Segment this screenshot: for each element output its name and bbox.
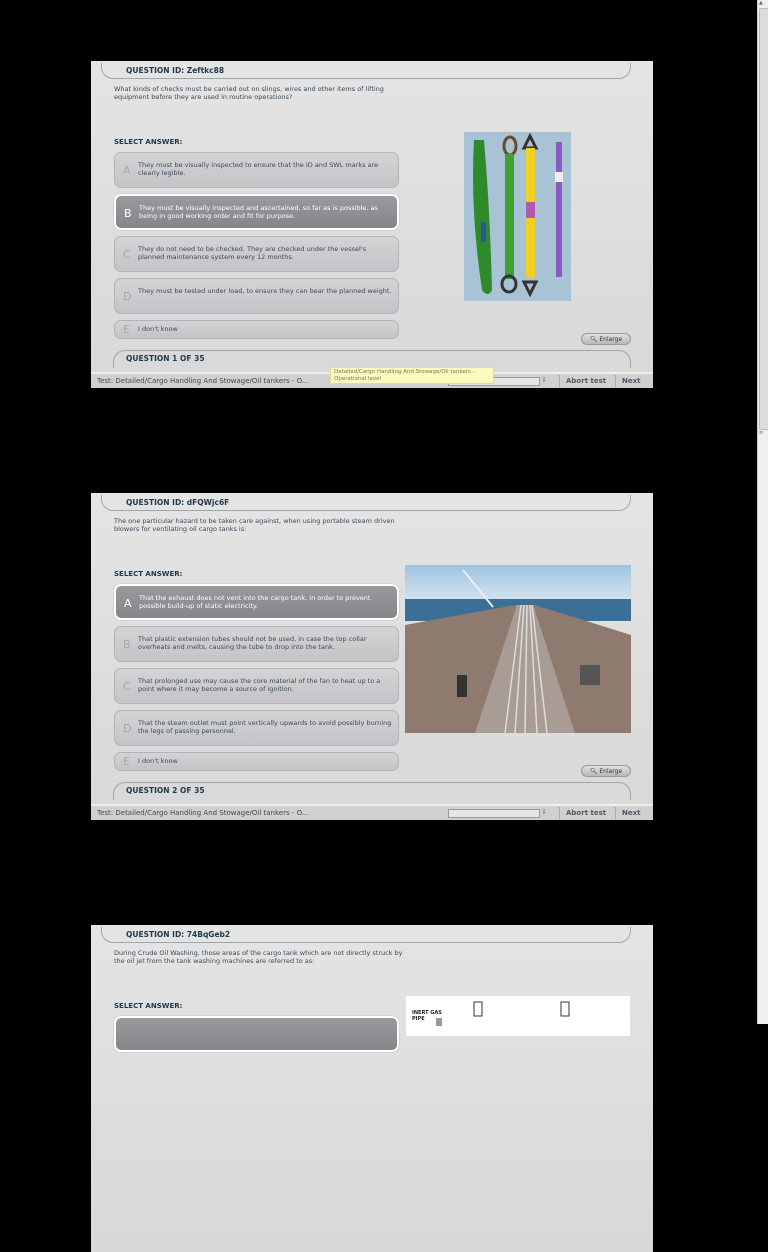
- answer-letter: B: [124, 207, 132, 220]
- pin-icon[interactable]: ⇩: [537, 808, 551, 816]
- question-text: What kinds of checks must be carried out…: [114, 85, 384, 101]
- abort-test-button[interactable]: Abort test: [559, 375, 612, 387]
- answer-option-a[interactable]: [114, 1016, 399, 1052]
- status-bar: Test: Detailed/Cargo Handling And Stowag…: [91, 804, 653, 820]
- answer-option-c[interactable]: C They do not need to be checked. They ar…: [114, 236, 399, 272]
- answer-letter: E: [123, 755, 130, 768]
- magnifier-icon: 🔍︎: [589, 768, 600, 775]
- scrollbar[interactable]: ▲ ≡: [757, 0, 768, 1024]
- diagram-label: INERT GAS PIPE: [412, 1010, 442, 1022]
- scroll-grip-icon: ≡: [759, 430, 764, 436]
- answer-text: That prolonged use may cause the core ma…: [138, 677, 381, 693]
- answer-option-b[interactable]: B They must be visually inspected and asc…: [114, 194, 399, 230]
- next-button[interactable]: Next: [615, 375, 646, 387]
- question-counter: QUESTION 1 OF 35: [113, 350, 631, 368]
- answer-text: That the steam outlet must point vertica…: [138, 719, 392, 735]
- enlarge-label: Enlarge: [599, 768, 623, 775]
- answer-option-e[interactable]: E I don't know: [114, 752, 399, 771]
- answer-text: That plastic extension tubes should not …: [138, 635, 367, 651]
- answer-option-d[interactable]: D They must be tested under load, to ensu…: [114, 278, 399, 314]
- enlarge-label: Enlarge: [599, 336, 623, 343]
- test-name: Test: Detailed/Cargo Handling And Stowag…: [97, 809, 309, 817]
- question-panel: QUESTION ID: Zeftkc88 What kinds of check…: [91, 61, 653, 388]
- question-panel: QUESTION ID: 74BqGeb2 During Crude Oil Wa…: [91, 925, 653, 1252]
- answer-text: They must be visually inspected to ensur…: [138, 161, 379, 177]
- answer-option-c[interactable]: C That prolonged use may cause the core m…: [114, 668, 399, 704]
- select-answer-label: SELECT ANSWER:: [114, 570, 183, 578]
- question-image-cow-diagram: INERT GAS PIPE: [406, 996, 630, 1036]
- answer-text: They must be tested under load, to ensur…: [138, 287, 392, 295]
- question-text: During Crude Oil Washing, those areas of…: [114, 949, 403, 965]
- next-button[interactable]: Next: [615, 807, 646, 819]
- answer-text: They do not need to be checked. They are…: [138, 245, 367, 261]
- pin-icon[interactable]: ⇩: [537, 376, 551, 384]
- answer-text: That the exhaust does not vent into the …: [139, 594, 371, 610]
- question-text: The one particular hazard to be taken ca…: [114, 517, 395, 533]
- select-answer-label: SELECT ANSWER:: [114, 1002, 183, 1010]
- answer-letter: D: [123, 290, 132, 303]
- question-id: QUESTION ID: dFQWjc6F: [101, 495, 631, 511]
- answer-option-d[interactable]: D That the steam outlet must point vertic…: [114, 710, 399, 746]
- tooltip: Detailed/Cargo Handling And Stowage/Oil …: [330, 367, 494, 384]
- question-panel: QUESTION ID: dFQWjc6F The one particular …: [91, 493, 653, 820]
- magnifier-icon: 🔍︎: [589, 336, 600, 343]
- answer-text: I don't know: [138, 757, 178, 765]
- answer-text: They must be visually inspected and asce…: [139, 204, 378, 220]
- answer-letter: B: [123, 638, 131, 651]
- select-answer-label: SELECT ANSWER:: [114, 138, 183, 146]
- answer-letter: E: [123, 323, 130, 336]
- abort-test-button[interactable]: Abort test: [559, 807, 612, 819]
- scroll-up-icon[interactable]: ▲: [759, 0, 763, 6]
- answer-option-a[interactable]: A They must be visually inspected to ensu…: [114, 152, 399, 188]
- answer-letter: C: [123, 680, 131, 693]
- question-id: QUESTION ID: Zeftkc88: [101, 63, 631, 79]
- answer-option-b[interactable]: B That plastic extension tubes should not…: [114, 626, 399, 662]
- enlarge-button[interactable]: 🔍︎ Enlarge: [581, 765, 631, 777]
- answer-text: I don't know: [138, 325, 178, 333]
- answer-letter: D: [123, 722, 132, 735]
- answer-letter: A: [123, 164, 131, 177]
- question-counter: QUESTION 2 OF 35: [113, 782, 631, 800]
- enlarge-button[interactable]: 🔍︎ Enlarge: [581, 333, 631, 345]
- question-image-tanker-deck: [405, 565, 631, 733]
- test-name: Test: Detailed/Cargo Handling And Stowag…: [97, 377, 309, 385]
- answer-letter: A: [124, 597, 132, 610]
- scrollbar-thumb[interactable]: [759, 8, 768, 430]
- question-image-lifting-slings: [464, 132, 571, 301]
- progress-bar: [448, 809, 540, 818]
- answer-option-a[interactable]: A That the exhaust does not vent into the…: [114, 584, 399, 620]
- question-id: QUESTION ID: 74BqGeb2: [101, 927, 631, 943]
- answer-letter: C: [123, 248, 131, 261]
- answer-option-e[interactable]: E I don't know: [114, 320, 399, 339]
